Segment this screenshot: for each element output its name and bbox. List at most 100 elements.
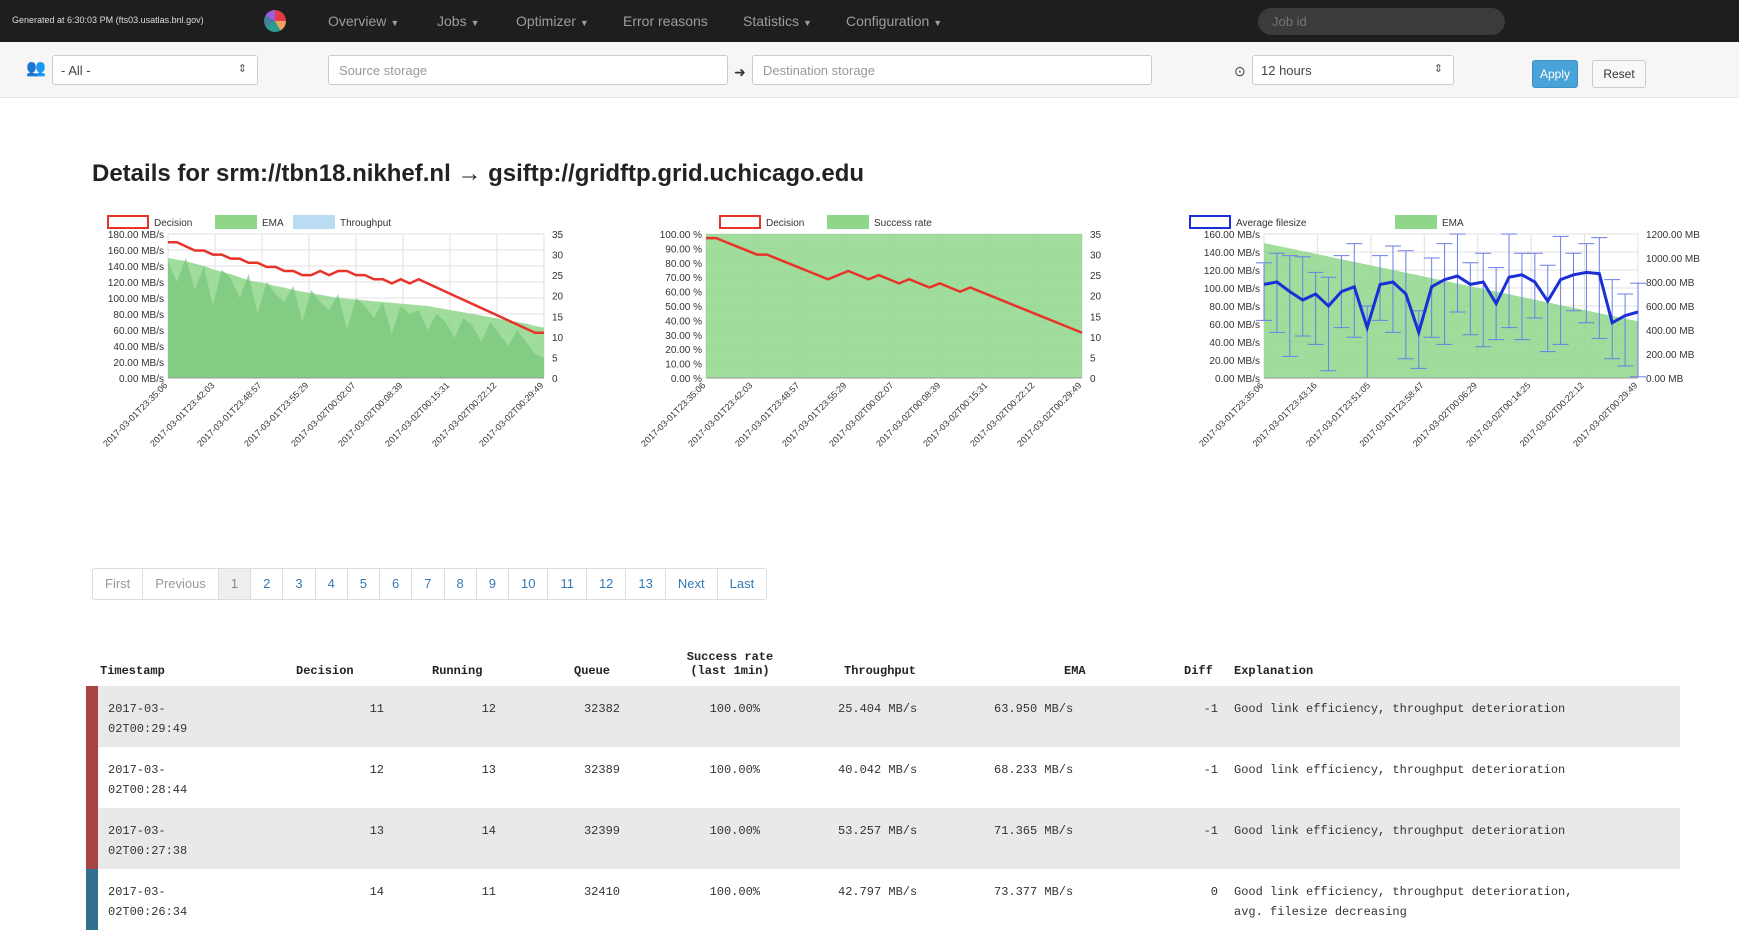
page-10[interactable]: 10 bbox=[509, 569, 549, 599]
y-right-tick: 600.00 MB bbox=[1646, 302, 1695, 313]
legend-label: Decision bbox=[766, 218, 804, 229]
page-1[interactable]: 1 bbox=[218, 569, 252, 599]
y-right-tick: 5 bbox=[1090, 353, 1096, 364]
th-queue: Queue bbox=[574, 664, 611, 678]
vo-select[interactable]: - All - ⇕ bbox=[52, 55, 258, 85]
y-left-tick: 20.00 MB/s bbox=[113, 358, 164, 369]
table-row[interactable]: 2017-03- 02T00:26:34 14 11 32410 100.00% 42.79… bbox=[86, 869, 1680, 930]
reset-button[interactable]: Reset bbox=[1592, 60, 1646, 88]
filesize-chart: Average filesize EMA 160.00 MB/s 140.00 MB/… bbox=[1180, 212, 1720, 542]
legend-label: EMA bbox=[1442, 218, 1464, 229]
th-decision: Decision bbox=[296, 664, 354, 678]
cell-ts: 2017-03- 02T00:29:49 bbox=[108, 702, 188, 736]
y-right-tick: 20 bbox=[1090, 292, 1102, 303]
chart-svg: Decision EMA Throughput 180.00 MB/s 160.00 M… bbox=[101, 215, 564, 449]
time-window-select[interactable]: 12 hours ⇕ bbox=[1252, 55, 1454, 85]
page-first[interactable]: First bbox=[93, 569, 144, 599]
y-left-tick: 20.00 % bbox=[665, 345, 702, 356]
page-last[interactable]: Last bbox=[718, 569, 767, 599]
chart-svg: Average filesize EMA 160.00 MB/s 140.00 MB/… bbox=[1189, 215, 1700, 449]
cell-queue: 32389 bbox=[583, 763, 620, 777]
page-6[interactable]: 6 bbox=[380, 569, 413, 599]
table-header: Timestamp Decision Running Queue Success… bbox=[86, 636, 1680, 686]
page-13[interactable]: 13 bbox=[626, 569, 666, 599]
th-ema: EMA bbox=[1064, 664, 1086, 678]
legend-swatch bbox=[1189, 215, 1231, 229]
job-id-search-input[interactable] bbox=[1258, 8, 1505, 35]
cell-running: 14 bbox=[481, 824, 496, 838]
table-row[interactable]: 2017-03- 02T00:29:49 11 12 32382 100.00% 25.40… bbox=[86, 686, 1680, 747]
nav-optimizer[interactable]: Optimizer ▼ bbox=[516, 13, 589, 29]
page-11[interactable]: 11 bbox=[548, 569, 587, 599]
generated-timestamp: Generated at 6:30:03 PM (fts03.usatlas.b… bbox=[12, 15, 204, 25]
page-5[interactable]: 5 bbox=[348, 569, 381, 599]
row-status-bar bbox=[86, 808, 98, 869]
y-left-tick: 40.00 % bbox=[665, 316, 702, 327]
y-right-tick: 30 bbox=[552, 251, 564, 262]
fts-logo-icon[interactable] bbox=[264, 10, 286, 32]
cell-diff: -1 bbox=[1203, 763, 1218, 777]
cell-throughput: 53.257 MB/s bbox=[838, 824, 918, 838]
source-storage-input[interactable]: Source storage bbox=[328, 55, 728, 85]
legend-label: Throughput bbox=[340, 218, 391, 229]
cell-decision: 11 bbox=[369, 702, 384, 716]
cell-exp: Good link efficiency, throughput deterio… bbox=[1234, 824, 1566, 838]
table-row[interactable]: 2017-03- 02T00:28:44 12 13 32389 100.00% 40.04… bbox=[86, 747, 1680, 808]
y-right-tick: 10 bbox=[552, 333, 564, 344]
y-left-tick: 120.00 MB/s bbox=[108, 278, 164, 289]
nav-overview[interactable]: Overview ▼ bbox=[328, 13, 399, 29]
select-arrows-icon: ⇕ bbox=[1433, 63, 1443, 75]
nav-configuration[interactable]: Configuration ▼ bbox=[846, 13, 942, 29]
y-left-tick: 80.00 % bbox=[665, 259, 702, 270]
nav-error-reasons[interactable]: Error reasons bbox=[623, 13, 708, 29]
page-title: Details for srm://tbn18.nikhef.nl → gsif… bbox=[92, 160, 865, 187]
legend-swatch bbox=[293, 215, 335, 229]
legend-swatch bbox=[827, 215, 869, 229]
cell-diff: -1 bbox=[1203, 824, 1218, 838]
page-8[interactable]: 8 bbox=[445, 569, 477, 599]
cell-ema: 63.950 MB/s bbox=[994, 702, 1074, 716]
cell-running: 13 bbox=[481, 763, 496, 777]
y-left-tick: 120.00 MB/s bbox=[1204, 266, 1260, 277]
nav-jobs[interactable]: Jobs ▼ bbox=[437, 13, 480, 29]
apply-button[interactable]: Apply bbox=[1532, 60, 1578, 88]
nav-statistics[interactable]: Statistics ▼ bbox=[743, 13, 812, 29]
cell-throughput: 40.042 MB/s bbox=[838, 763, 918, 777]
table-row[interactable]: 2017-03- 02T00:27:38 13 14 32399 100.00% 53.25… bbox=[86, 808, 1680, 869]
y-right-tick: 400.00 MB bbox=[1646, 326, 1695, 337]
legend-swatch bbox=[107, 215, 149, 229]
optimizer-table: Timestamp Decision Running Queue Success… bbox=[86, 636, 1680, 930]
destination-storage-input[interactable]: Destination storage bbox=[752, 55, 1152, 85]
cell-ts: 2017-03- 02T00:26:34 bbox=[108, 885, 188, 919]
table-body: 2017-03- 02T00:29:49 11 12 32382 100.00% 25.40… bbox=[86, 686, 1680, 930]
legend-label: EMA bbox=[262, 218, 284, 229]
cell-exp: Good link efficiency, throughput deterio… bbox=[1234, 763, 1566, 777]
y-right-tick: 35 bbox=[1090, 230, 1102, 241]
page-9[interactable]: 9 bbox=[477, 569, 509, 599]
cell-queue: 32399 bbox=[583, 824, 620, 838]
chart-svg: Decision Success rate 100.00 % 90.00 % 80.00… bbox=[639, 215, 1102, 449]
cell-ts: 2017-03- 02T00:27:38 bbox=[108, 824, 188, 858]
row-status-bar bbox=[86, 869, 98, 930]
page-12[interactable]: 12 bbox=[587, 569, 627, 599]
y-left-tick: 140.00 MB/s bbox=[108, 262, 164, 273]
page-previous[interactable]: Previous bbox=[143, 569, 219, 599]
y-right-tick: 35 bbox=[552, 230, 564, 241]
page-4[interactable]: 4 bbox=[316, 569, 348, 599]
page-7[interactable]: 7 bbox=[412, 569, 445, 599]
page-2[interactable]: 2 bbox=[251, 569, 284, 599]
cell-exp: Good link efficiency, throughput deterio… bbox=[1234, 702, 1566, 716]
legend-label: Decision bbox=[154, 218, 192, 229]
ema-series bbox=[1264, 243, 1638, 378]
y-right-tick: 30 bbox=[1090, 251, 1102, 262]
users-icon: 👥 bbox=[26, 60, 46, 77]
page-3[interactable]: 3 bbox=[283, 569, 316, 599]
y-left-tick: 60.00 MB/s bbox=[113, 326, 164, 337]
y-left-tick: 40.00 MB/s bbox=[1209, 338, 1260, 349]
y-left-tick: 100.00 MB/s bbox=[1204, 284, 1260, 295]
page-next[interactable]: Next bbox=[666, 569, 718, 599]
y-right-tick: 0 bbox=[552, 374, 558, 385]
cell-decision: 14 bbox=[369, 885, 384, 899]
y-left-tick: 50.00 % bbox=[665, 302, 702, 313]
y-left-tick: 80.00 MB/s bbox=[113, 310, 164, 321]
